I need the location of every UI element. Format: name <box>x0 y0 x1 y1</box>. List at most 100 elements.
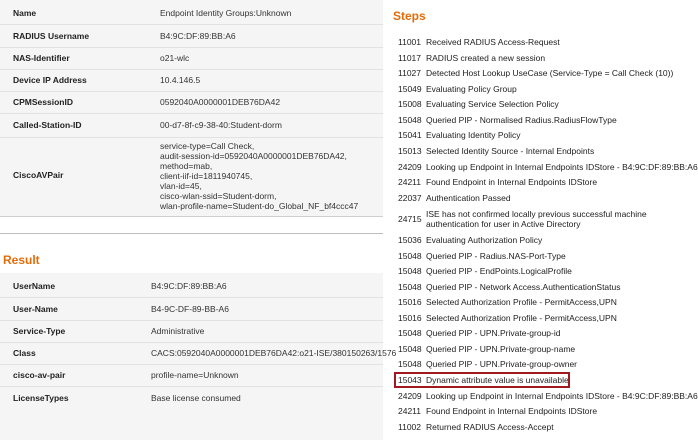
step-code: 15049 <box>398 84 422 94</box>
step-item: 15016 Selected Authorization Profile - Pe… <box>398 297 698 311</box>
row-label: Service-Type <box>13 326 66 336</box>
step-text: Evaluating Policy Group <box>426 84 517 94</box>
details-row-called-station-id: Called-Station-ID 00-d7-8f-c9-38-40:Stud… <box>0 113 383 138</box>
highlight-annotation-box <box>394 372 570 388</box>
step-item: 24211 Found Endpoint in Internal Endpoint… <box>398 177 698 191</box>
row-label: LicenseTypes <box>13 393 69 403</box>
step-text: Evaluating Authorization Policy <box>426 235 543 245</box>
step-item: 15036 Evaluating Authorization Policy <box>398 235 698 249</box>
divider <box>0 233 383 234</box>
row-label: RADIUS Username <box>13 31 90 41</box>
step-code: 15016 <box>398 313 422 323</box>
step-text: Returned RADIUS Access-Accept <box>426 422 554 432</box>
step-code: 15013 <box>398 146 422 156</box>
step-item: 15041 Evaluating Identity Policy <box>398 130 698 144</box>
step-code: 24209 <box>398 162 422 172</box>
step-code: 15036 <box>398 235 422 245</box>
step-text: Authentication Passed <box>426 193 511 203</box>
details-row-cpmsessionid: CPMSessionID 0592040A0000001DEB76DA42 <box>0 91 383 114</box>
step-item: 15048 Queried PIP - EndPoints.LogicalProf… <box>398 266 698 280</box>
step-text: ISE has not confirmed locally previous s… <box>426 209 647 229</box>
step-item: 15048 Queried PIP - UPN.Private-group-own… <box>398 359 698 373</box>
step-item: 15048 Queried PIP - UPN.Private-group-nam… <box>398 344 698 358</box>
row-value: CACS:0592040A0000001DEB76DA42:o21-ISE/38… <box>151 348 397 358</box>
step-code: 15048 <box>398 282 422 292</box>
row-label: Class <box>13 348 36 358</box>
step-item: 15048 Queried PIP - UPN.Private-group-id <box>398 328 698 342</box>
step-item: 11001 Received RADIUS Access-Request <box>398 37 698 51</box>
step-code: 11001 <box>398 37 422 47</box>
step-code: 11027 <box>398 68 422 78</box>
step-code: 15048 <box>398 328 422 338</box>
details-row-radius-username: RADIUS Username B4:9C:DF:89:BB:A6 <box>0 24 383 48</box>
step-code: 15048 <box>398 251 422 261</box>
details-row-name: Name Endpoint Identity Groups:Unknown <box>0 0 383 25</box>
row-value: B4-9C-DF-89-BB-A6 <box>151 304 229 314</box>
step-text: Queried PIP - Radius.NAS-Port-Type <box>426 251 566 261</box>
row-label: User-Name <box>13 304 58 314</box>
step-code: 15008 <box>398 99 422 109</box>
result-heading: Result <box>3 253 40 267</box>
step-item: 24211 Found Endpoint in Internal Endpoint… <box>398 406 698 420</box>
step-text: Selected Authorization Profile - PermitA… <box>426 297 617 307</box>
result-row-class: Class CACS:0592040A0000001DEB76DA42:o21-… <box>0 342 396 365</box>
step-item: 11017 RADIUS created a new session <box>398 53 698 67</box>
result-table: UserName B4:9C:DF:89:BB:A6 User-Name B4-… <box>0 273 396 440</box>
step-text: Selected Authorization Profile - PermitA… <box>426 313 617 323</box>
step-item: 24715 ISE has not confirmed locally previ… <box>398 209 698 233</box>
row-value: Endpoint Identity Groups:Unknown <box>160 8 292 18</box>
step-code: 24209 <box>398 391 422 401</box>
step-item: 24209 Looking up Endpoint in Internal End… <box>398 391 698 405</box>
result-row-licensetypes: LicenseTypes Base license consumed <box>0 386 383 410</box>
step-text: Queried PIP - UPN.Private-group-id <box>426 328 561 338</box>
row-label: CiscoAVPair <box>13 170 64 180</box>
step-text: Evaluating Identity Policy <box>426 130 521 140</box>
step-text: RADIUS created a new session <box>426 53 546 63</box>
step-item: 15048 Queried PIP - Radius.NAS-Port-Type <box>398 251 698 265</box>
step-item: 15048 Queried PIP - Normalised Radius.Rad… <box>398 115 698 129</box>
step-text: Queried PIP - EndPoints.LogicalProfile <box>426 266 572 276</box>
step-item: 11027 Detected Host Lookup UseCase (Servi… <box>398 68 698 82</box>
details-row-nas-identifier: NAS-Identifier o21-wlc <box>0 47 383 70</box>
step-text: Received RADIUS Access-Request <box>426 37 560 47</box>
row-value: Administrative <box>151 326 205 336</box>
step-text: Found Endpoint in Internal Endpoints IDS… <box>426 177 598 187</box>
row-value: B4:9C:DF:89:BB:A6 <box>160 31 236 41</box>
step-code: 15048 <box>398 344 422 354</box>
result-row-username: UserName B4:9C:DF:89:BB:A6 <box>0 273 383 298</box>
step-text: Looking up Endpoint in Internal Endpoint… <box>426 162 698 172</box>
details-row-device-ip: Device IP Address 10.4.146.5 <box>0 69 383 92</box>
row-label: cisco-av-pair <box>13 370 66 380</box>
step-text: Queried PIP - Normalised Radius.RadiusFl… <box>426 115 617 125</box>
step-code: 15041 <box>398 130 422 140</box>
step-code: 15048 <box>398 266 422 276</box>
step-text: Queried PIP - UPN.Private-group-owner <box>426 359 578 369</box>
step-code: 11017 <box>398 53 422 63</box>
step-code: 22037 <box>398 193 422 203</box>
row-value: 00-d7-8f-c9-38-40:Student-dorm <box>160 120 282 130</box>
row-value: service-type=Call Check, audit-session-i… <box>160 141 359 211</box>
step-code: 11002 <box>398 422 422 432</box>
step-item: 24209 Looking up Endpoint in Internal End… <box>398 162 698 176</box>
step-code: 15048 <box>398 359 422 369</box>
step-text: Looking up Endpoint in Internal Endpoint… <box>426 391 698 401</box>
result-row-service-type: Service-Type Administrative <box>0 320 383 343</box>
step-item: 15049 Evaluating Policy Group <box>398 84 698 98</box>
row-label: Called-Station-ID <box>13 120 82 130</box>
result-row-user-name: User-Name B4-9C-DF-89-BB-A6 <box>0 297 383 321</box>
row-value: profile-name=Unknown <box>151 370 239 380</box>
step-item: 15013 Selected Identity Source - Internal… <box>398 146 698 160</box>
row-label: Name <box>13 8 37 18</box>
step-text: Found Endpoint in Internal Endpoints IDS… <box>426 406 598 416</box>
row-value: 0592040A0000001DEB76DA42 <box>160 97 281 107</box>
step-item: 15048 Queried PIP - Network Access.Authen… <box>398 282 698 296</box>
step-text: Selected Identity Source - Internal Endp… <box>426 146 595 156</box>
step-item: 11002 Returned RADIUS Access-Accept <box>398 422 698 436</box>
step-text: Detected Host Lookup UseCase (Service-Ty… <box>426 68 674 78</box>
row-label: Device IP Address <box>13 75 87 85</box>
row-label: NAS-Identifier <box>13 53 70 63</box>
row-value: B4:9C:DF:89:BB:A6 <box>151 281 227 291</box>
step-text: Evaluating Service Selection Policy <box>426 99 559 109</box>
row-label: CPMSessionID <box>13 97 73 107</box>
step-code: 24211 <box>398 406 422 416</box>
